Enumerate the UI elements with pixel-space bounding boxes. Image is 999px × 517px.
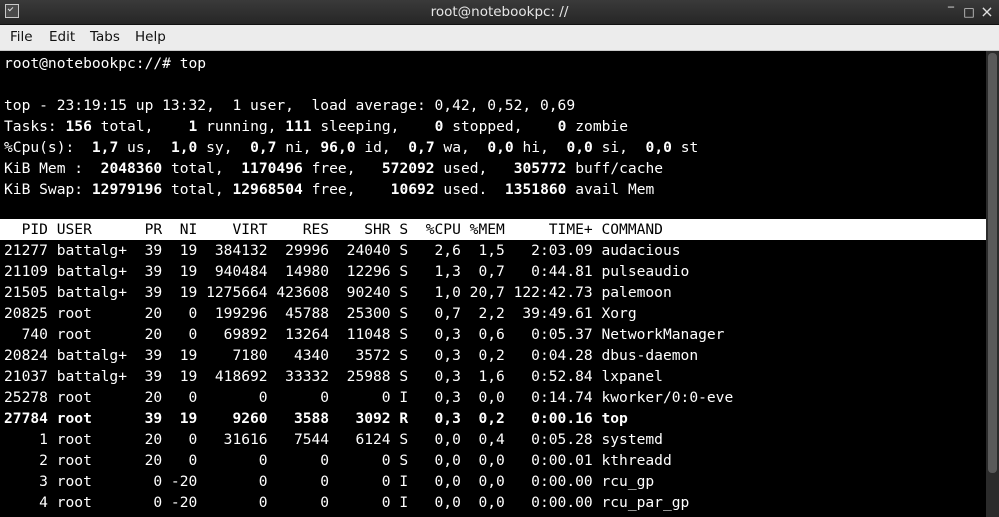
process-row: 21277 battalg+ 39 19 384132 29996 24040 …: [4, 242, 681, 259]
process-table-header: PID USER PR NI VIRT RES SHR S %CPU %MEM …: [0, 219, 986, 240]
window-title: root@notebookpc: //: [430, 4, 569, 20]
memory-line: KiB Mem : 2048360 total, 1170496 free, 5…: [4, 160, 664, 177]
menu-file[interactable]: File: [8, 25, 35, 50]
process-row: 1 root 20 0 31616 7544 6124 S 0,0 0,4 0:…: [4, 431, 663, 448]
process-row: 4 root 0 -20 0 0 0 I 0,0 0,0 0:00.00 rcu…: [4, 494, 690, 511]
title-bar[interactable]: root@notebookpc: // ‾ □ ×: [0, 0, 999, 25]
close-button[interactable]: ×: [979, 4, 995, 20]
shell-prompt: root@notebookpc://# top: [4, 55, 207, 72]
process-row: 740 root 20 0 69892 13264 11048 S 0,3 0,…: [4, 326, 725, 343]
menu-tabs[interactable]: Tabs: [88, 25, 122, 50]
menu-bar: File Edit Tabs Help: [0, 25, 999, 51]
uptime-line: top - 23:19:15 up 13:32, 1 user, load av…: [4, 97, 576, 114]
process-row: 21037 battalg+ 39 19 418692 33332 25988 …: [4, 368, 663, 385]
process-row: 20825 root 20 0 199296 45788 25300 S 0,7…: [4, 305, 637, 322]
swap-line: KiB Swap: 12979196 total, 12968504 free,…: [4, 181, 655, 198]
terminal-output[interactable]: root@notebookpc://# top top - 23:19:15 u…: [0, 51, 986, 517]
process-row: 2 root 20 0 0 0 0 S 0,0 0,0 0:00.01 kthr…: [4, 452, 672, 469]
process-row: 21109 battalg+ 39 19 940484 14980 12296 …: [4, 263, 690, 280]
cpu-line: %Cpu(s): 1,7 us, 1,0 sy, 0,7 ni, 96,0 id…: [4, 139, 699, 156]
menu-help[interactable]: Help: [133, 25, 168, 50]
maximize-button[interactable]: □: [961, 4, 977, 20]
tasks-line: Tasks: 156 total, 1 running, 111 sleepin…: [4, 118, 628, 135]
process-row: 21505 battalg+ 39 19 1275664 423608 9024…: [4, 284, 672, 301]
scrollbar-thumb[interactable]: [988, 53, 997, 473]
scrollbar[interactable]: [986, 51, 999, 517]
menu-edit[interactable]: Edit: [47, 25, 77, 50]
process-row: 3 root 0 -20 0 0 0 I 0,0 0,0 0:00.00 rcu…: [4, 473, 655, 490]
minimize-button[interactable]: ‾: [943, 4, 959, 20]
column-headers: PID USER PR NI VIRT RES SHR S %CPU %MEM …: [4, 221, 663, 238]
terminal-window: root@notebookpc: // ‾ □ × File Edit Tabs…: [0, 0, 999, 517]
process-row: 20824 battalg+ 39 19 7180 4340 3572 S 0,…: [4, 347, 699, 364]
process-row: 27784 root 39 19 9260 3588 3092 R 0,3 0,…: [4, 410, 628, 427]
process-row: 25278 root 20 0 0 0 0 I 0,3 0,0 0:14.74 …: [4, 389, 734, 406]
